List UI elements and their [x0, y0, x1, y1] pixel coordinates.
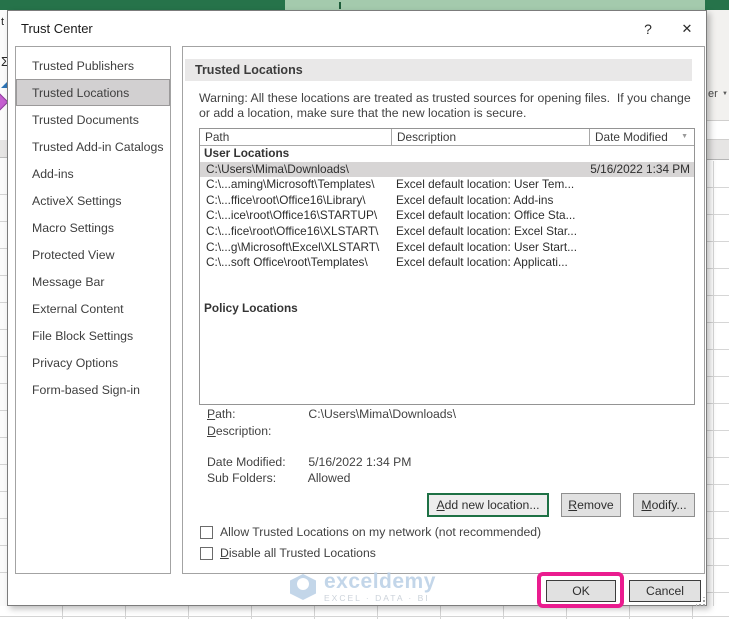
section-title: Trusted Locations [195, 63, 303, 77]
section-header: Trusted Locations [185, 59, 692, 81]
sub-folders-value: Allowed [307, 471, 351, 485]
row-description: Excel default location: Add-ins [396, 192, 554, 207]
date-modified-value: 5/16/2022 1:34 PM [308, 455, 412, 469]
sub-folders-label: Sub Folders: [207, 471, 277, 485]
row-path: C:\...aming\Microsoft\Templates\ [206, 177, 375, 192]
sidebar-item-macro-settings[interactable]: Macro Settings [16, 214, 170, 241]
table-row[interactable]: C:\...ice\root\Office16\STARTUP\ Excel d… [200, 208, 694, 224]
row-description: Excel default location: Applicati... [396, 255, 568, 270]
exceldemy-logo-icon [290, 571, 320, 603]
path-label: Path: [207, 407, 236, 421]
row-description: Excel default location: User Tem... [396, 177, 575, 192]
excel-grid-line [0, 616, 729, 617]
table-row[interactable]: C:\...ffice\root\Office16\Library\ Excel… [200, 193, 694, 209]
checkbox-label: Disable all Trusted Locations [220, 546, 376, 560]
trusted-locations-panel: Trusted Locations Warning: All these loc… [182, 46, 705, 574]
trust-center-dialog: Trust Center ? ✕ Trusted Publishers Trus… [7, 10, 707, 608]
row-path: C:\...fice\root\Office16\XLSTART\ [206, 223, 379, 238]
sidebar-item-trusted-locations[interactable]: Trusted Locations [16, 79, 170, 106]
add-new-location-button[interactable]: Add new location... [427, 493, 549, 517]
sidebar-item-trusted-publishers[interactable]: Trusted Publishers [16, 52, 170, 79]
exceldemy-watermark: exceldemy EXCEL · DATA · BI [290, 571, 470, 603]
ok-button[interactable]: OK [546, 580, 616, 602]
checkbox-icon[interactable] [200, 546, 213, 560]
sidebar-item-privacy-options[interactable]: Privacy Options [16, 349, 170, 376]
table-row[interactable]: C:\...g\Microsoft\Excel\XLSTART\ Excel d… [200, 240, 694, 256]
group-header-policy-locations: Policy Locations [204, 300, 298, 315]
sort-descending-icon: ▼ [681, 133, 688, 140]
chevron-down-icon: ▼ [722, 91, 728, 97]
row-path: C:\...ffice\root\Office16\Library\ [206, 192, 366, 207]
trust-center-sidebar: Trusted Publishers Trusted Locations Tru… [15, 46, 171, 574]
sidebar-item-form-based-sign-in[interactable]: Form-based Sign-in [16, 376, 170, 403]
watermark-tagline: EXCEL · DATA · BI [324, 592, 430, 603]
excel-column-header-fragment [707, 140, 729, 160]
date-modified-label: Date Modified: [207, 455, 286, 469]
excel-grid-right [707, 161, 729, 606]
detail-sub-folders: Sub Folders: Allowed [207, 471, 350, 485]
excel-ribbon-fragment [707, 10, 729, 120]
row-description: Excel default location: Excel Star... [396, 223, 577, 238]
sidebar-item-activex-settings[interactable]: ActiveX Settings [16, 187, 170, 214]
help-button[interactable]: ? [636, 18, 660, 40]
resize-grip[interactable] [696, 597, 705, 606]
row-path: C:\...ice\root\Office16\STARTUP\ [206, 208, 378, 223]
warning-text: Warning: All these locations are treated… [199, 91, 695, 120]
column-header-description[interactable]: Description [392, 129, 590, 145]
checkbox-icon[interactable] [200, 525, 213, 539]
ribbon-text-fragment: er [708, 88, 718, 100]
excel-grid-bottom [0, 606, 729, 619]
disable-trusted-locations-checkbox[interactable]: Disable all Trusted Locations [200, 546, 376, 560]
allow-network-locations-checkbox[interactable]: Allow Trusted Locations on my network (n… [200, 525, 541, 539]
column-header-path[interactable]: Path [200, 129, 392, 145]
modify-button[interactable]: Modify... [633, 493, 695, 517]
sidebar-item-message-bar[interactable]: Message Bar [16, 268, 170, 295]
detail-path: Path: C:\Users\Mima\Downloads\ [207, 407, 456, 421]
sidebar-item-protected-view[interactable]: Protected View [16, 241, 170, 268]
row-path: C:\...g\Microsoft\Excel\XLSTART\ [206, 239, 380, 254]
excel-grid-line [713, 161, 714, 606]
table-row[interactable]: C:\...soft Office\root\Templates\ Excel … [200, 255, 694, 271]
row-description: Excel default location: Office Sta... [396, 208, 576, 223]
sidebar-item-file-block-settings[interactable]: File Block Settings [16, 322, 170, 349]
cancel-button[interactable]: Cancel [629, 580, 701, 602]
group-header-user-locations: User Locations [204, 146, 290, 160]
excel-formula-bar-fragment [707, 120, 729, 140]
row-path: C:\...soft Office\root\Templates\ [206, 255, 368, 270]
detail-date-modified: Date Modified: 5/16/2022 1:34 PM [207, 455, 411, 469]
sidebar-item-external-content[interactable]: External Content [16, 295, 170, 322]
detail-description: Description: [207, 424, 305, 438]
dialog-title: Trust Center [21, 21, 93, 36]
row-path: C:\Users\Mima\Downloads\ [206, 161, 349, 176]
path-value: C:\Users\Mima\Downloads\ [308, 407, 457, 421]
column-header-date-modified[interactable]: Date Modified ▼ [590, 129, 694, 145]
sidebar-item-trusted-addin-catalogs[interactable]: Trusted Add-in Catalogs [16, 133, 170, 160]
search-cursor [339, 2, 341, 9]
close-button[interactable]: ✕ [674, 18, 700, 40]
ribbon-text-fragment: t [1, 16, 5, 28]
table-row[interactable]: C:\...aming\Microsoft\Templates\ Excel d… [200, 177, 694, 193]
table-gap [200, 271, 694, 301]
row-description: Excel default location: User Start... [396, 239, 577, 254]
table-row-selected[interactable]: C:\Users\Mima\Downloads\ 5/16/2022 1:34 … [200, 161, 694, 178]
remove-button[interactable]: Remove [561, 493, 621, 517]
row-description [371, 162, 590, 178]
checkbox-label: Allow Trusted Locations on my network (n… [220, 525, 542, 539]
row-date-modified: 5/16/2022 1:34 PM [590, 161, 690, 176]
table-header-row: Path Description Date Modified ▼ [200, 129, 694, 146]
description-label: Description: [207, 424, 272, 438]
table-row[interactable]: C:\...fice\root\Office16\XLSTART\ Excel … [200, 224, 694, 240]
location-actions: Add new location... Remove Modify... [183, 493, 695, 517]
sidebar-item-add-ins[interactable]: Add-ins [16, 160, 170, 187]
trusted-locations-table: Path Description Date Modified ▼ User Lo… [199, 128, 695, 405]
watermark-brand: exceldemy [324, 569, 436, 593]
excel-search-box[interactable] [285, 0, 705, 10]
sidebar-item-trusted-documents[interactable]: Trusted Documents [16, 106, 170, 133]
